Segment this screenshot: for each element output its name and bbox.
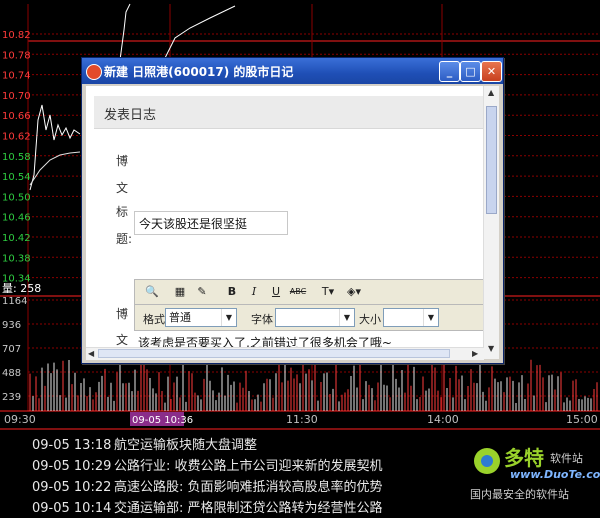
format-select-value: 普通 bbox=[169, 311, 191, 324]
font-label: 字体 bbox=[251, 313, 273, 326]
price-tick: 10.74 bbox=[2, 71, 31, 82]
source-icon[interactable]: ▦ bbox=[171, 283, 189, 301]
time-tick-1400: 14:00 bbox=[427, 413, 459, 426]
chevron-down-icon: ▼ bbox=[423, 309, 438, 326]
avg-price-series-upper bbox=[164, 5, 236, 59]
watermark-suffix: 软件站 bbox=[550, 452, 583, 465]
watermark-logo-icon bbox=[474, 448, 500, 474]
price-tick: 10.82 bbox=[2, 30, 31, 41]
post-title-input[interactable]: 今天该股还是很坚挺 bbox=[134, 211, 288, 235]
chart-axes: 10.82 10.78 10.74 10.70 10.66 10.62 10.58 10.54… bbox=[2, 30, 31, 403]
format-label: 格式 bbox=[143, 313, 165, 326]
news-title: 公路行业: 收费公路上市公司迎来新的发展契机 bbox=[114, 459, 383, 474]
price-tick: 10.50 bbox=[2, 192, 31, 203]
dialog-content: 发表日志 博 文 标 题: 今天该股还是很坚挺 博 文 🔍 ▦ ✎ B I U … bbox=[86, 86, 499, 359]
price-tick: 10.66 bbox=[2, 111, 31, 122]
editor-toolbar: 🔍 ▦ ✎ B I U ABC T▾ ◈▾ bbox=[134, 279, 487, 305]
volume-tick: 488 bbox=[2, 368, 21, 379]
text-color-icon[interactable]: T▾ bbox=[319, 283, 337, 301]
news-item[interactable]: 09-05 10:14 交通运输部: 严格限制还贷公路转为经营性公路 bbox=[32, 497, 383, 518]
time-axis: 09:30 11:30 14:00 15:00 09-05 10:36 bbox=[4, 412, 598, 426]
preview-icon[interactable]: 🔍 bbox=[143, 283, 161, 301]
price-tick: 10.46 bbox=[2, 213, 31, 224]
app-icon bbox=[86, 64, 102, 80]
volume-tick: 1164 bbox=[2, 296, 27, 307]
scroll-down-icon[interactable]: ▼ bbox=[488, 344, 494, 353]
volume-label: 量: 258 bbox=[2, 282, 41, 295]
price-series bbox=[29, 104, 81, 191]
watermark-url: www.DuoTe.com bbox=[510, 468, 600, 481]
size-label: 大小 bbox=[359, 313, 381, 326]
time-tick-0930: 09:30 bbox=[4, 413, 36, 426]
price-tick: 10.58 bbox=[2, 152, 31, 163]
time-tick-1500: 15:00 bbox=[566, 413, 598, 426]
title-label-char: 博 bbox=[116, 154, 129, 168]
news-item[interactable]: 09-05 10:29 公路行业: 收费公路上市公司迎来新的发展契机 bbox=[32, 455, 383, 476]
vertical-scrollbar[interactable]: ▲ ▼ bbox=[483, 86, 499, 359]
news-time: 09-05 10:14 bbox=[32, 501, 112, 516]
watermark-tagline: 国内最安全的软件站 bbox=[470, 488, 569, 501]
news-time: 09-05 13:18 bbox=[32, 438, 112, 453]
news-time: 09-05 10:29 bbox=[32, 459, 112, 474]
price-tick: 10.38 bbox=[2, 253, 31, 264]
cursor-time: 09-05 10:36 bbox=[132, 415, 193, 426]
dialog-titlebar[interactable]: 新建 日照港(600017) 的股市日记 _ □ ✕ bbox=[82, 58, 503, 84]
title-label-char: 文 bbox=[116, 181, 129, 195]
news-time: 09-05 10:22 bbox=[32, 480, 112, 495]
price-series-upper bbox=[119, 3, 131, 61]
volume-bars bbox=[29, 359, 598, 411]
chevron-down-icon: ▼ bbox=[221, 309, 236, 326]
format-toolbar: 格式 普通 ▼ 字体 ▼ 大小 ▼ bbox=[134, 305, 487, 331]
price-tick: 10.70 bbox=[2, 91, 31, 102]
news-title: 交通运输部: 严格限制还贷公路转为经营性公路 bbox=[114, 501, 383, 516]
underline-icon[interactable]: U bbox=[267, 283, 285, 301]
format-select[interactable]: 普通 ▼ bbox=[165, 308, 237, 327]
title-label-char: 标 bbox=[116, 205, 129, 219]
bold-icon[interactable]: B bbox=[223, 283, 241, 301]
volume-tick: 239 bbox=[2, 392, 21, 403]
italic-icon[interactable]: I bbox=[245, 283, 263, 301]
watermark: 多特 软件站 www.DuoTe.com 国内最安全的软件站 bbox=[470, 442, 600, 512]
horizontal-scrollbar[interactable]: ◀ ▶ bbox=[86, 347, 484, 360]
volume-tick: 707 bbox=[2, 344, 21, 355]
price-tick: 10.54 bbox=[2, 172, 31, 183]
scroll-left-icon[interactable]: ◀ bbox=[88, 349, 94, 358]
maximize-icon[interactable]: □ bbox=[460, 61, 481, 82]
watermark-brand: 多特 bbox=[504, 446, 544, 470]
scroll-right-icon[interactable]: ▶ bbox=[472, 349, 478, 358]
page-title: 发表日志 bbox=[104, 108, 157, 123]
news-item[interactable]: 09-05 10:22 高速公路股: 负面影响难抵消较高股息率的优势 bbox=[32, 476, 383, 497]
time-tick-1130: 11:30 bbox=[286, 413, 318, 426]
price-tick: 10.62 bbox=[2, 132, 31, 143]
highlight-color-icon[interactable]: ◈▾ bbox=[345, 283, 363, 301]
body-label-char: 文 bbox=[116, 333, 129, 347]
diary-dialog: 新建 日照港(600017) 的股市日记 _ □ ✕ 发表日志 博 文 标 题:… bbox=[81, 57, 504, 364]
avg-price-series bbox=[29, 151, 81, 186]
body-label-char: 博 bbox=[116, 307, 129, 321]
eraser-icon[interactable]: ✎ bbox=[193, 283, 211, 301]
font-select[interactable]: ▼ bbox=[275, 308, 355, 327]
news-item[interactable]: 09-05 13:18 航空运输板块随大盘调整 bbox=[32, 434, 257, 455]
size-select[interactable]: ▼ bbox=[383, 308, 439, 327]
scroll-up-icon[interactable]: ▲ bbox=[488, 88, 494, 97]
dialog-title: 新建 日照港(600017) 的股市日记 bbox=[104, 65, 294, 79]
page-header: 发表日志 bbox=[94, 96, 490, 129]
chevron-down-icon: ▼ bbox=[339, 309, 354, 326]
volume-tick: 936 bbox=[2, 320, 21, 331]
price-tick: 10.78 bbox=[2, 50, 31, 61]
vertical-scroll-thumb[interactable] bbox=[486, 106, 497, 214]
horizontal-scroll-thumb[interactable] bbox=[98, 349, 450, 358]
news-title: 高速公路股: 负面影响难抵消较高股息率的优势 bbox=[114, 480, 383, 495]
title-label-char: 题: bbox=[116, 232, 133, 246]
close-icon[interactable]: ✕ bbox=[481, 61, 502, 82]
strikethrough-icon[interactable]: ABC bbox=[289, 283, 307, 301]
price-tick: 10.42 bbox=[2, 233, 31, 244]
minimize-icon[interactable]: _ bbox=[439, 61, 460, 82]
news-title: 航空运输板块随大盘调整 bbox=[114, 438, 258, 453]
